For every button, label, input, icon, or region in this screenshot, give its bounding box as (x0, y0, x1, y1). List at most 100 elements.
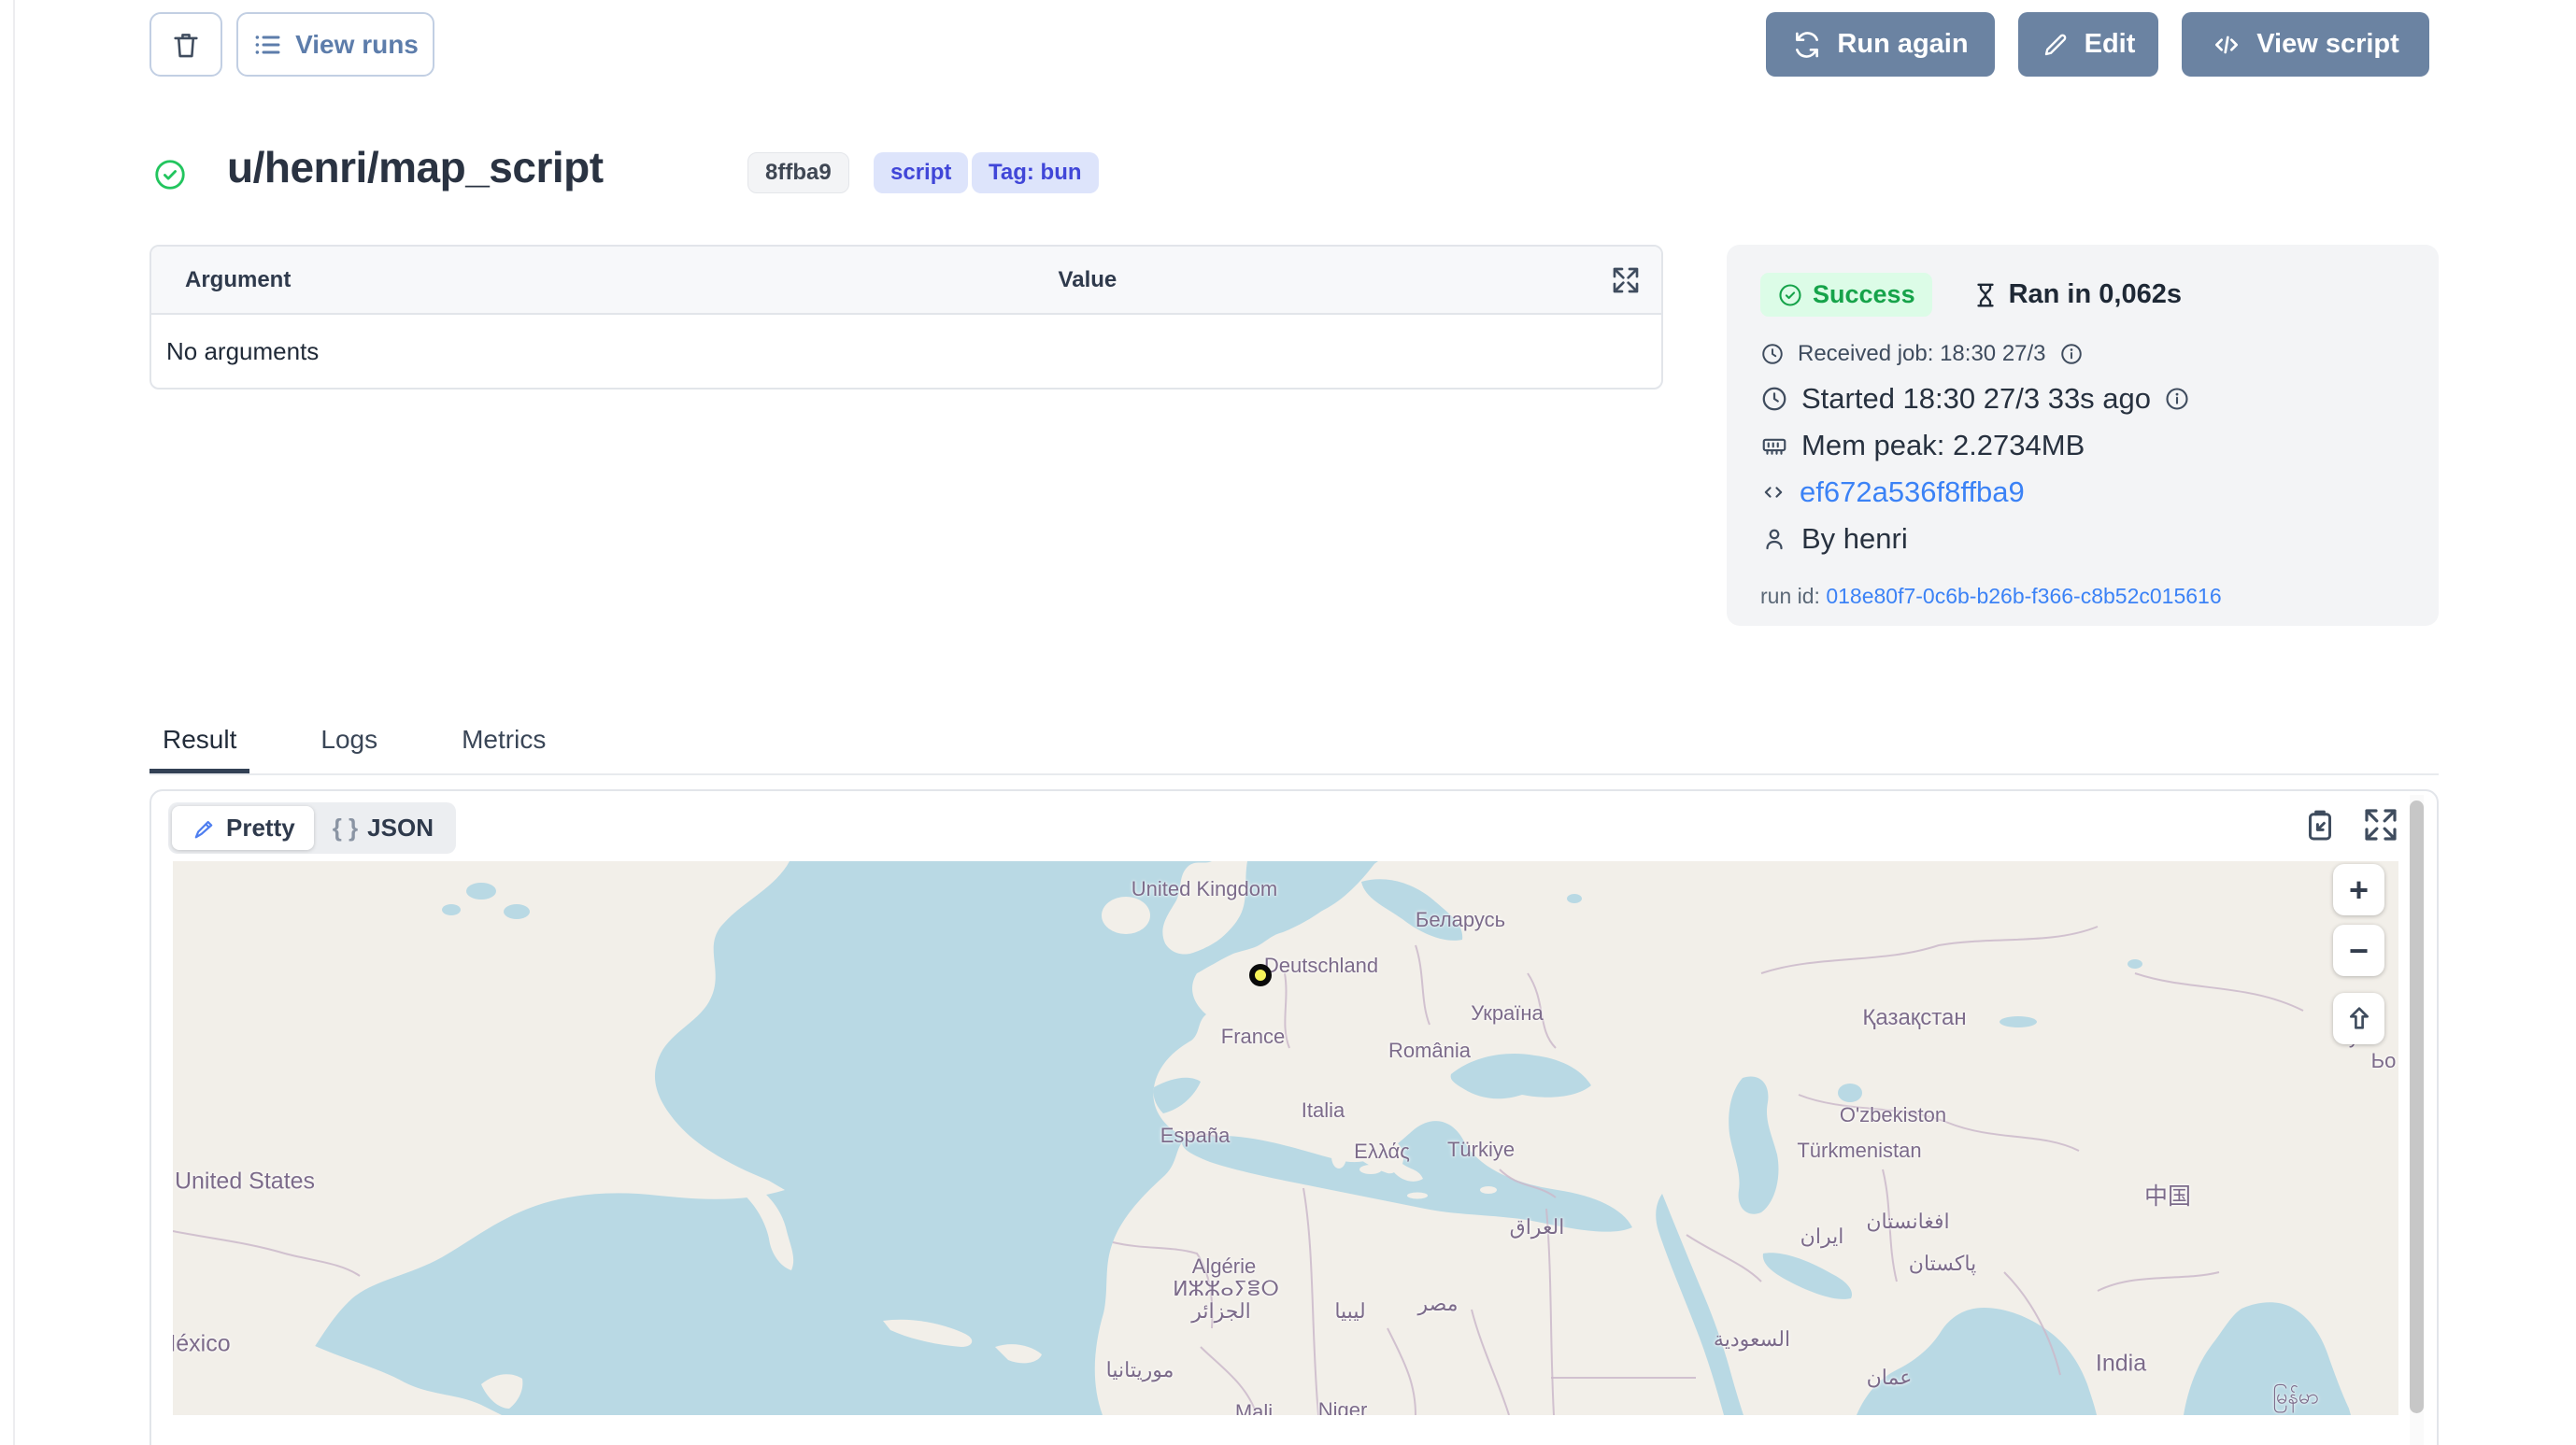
args-table-header: Argument Value (151, 247, 1661, 315)
map-label: Ьо (2371, 1049, 2397, 1073)
braces-icon: { } (333, 814, 358, 843)
tab-result[interactable]: Result (149, 717, 249, 773)
map-label: United Kingdom (1131, 877, 1278, 901)
map-label: Беларусь (1416, 908, 1505, 932)
map-label: O'zbekiston (1840, 1103, 1946, 1127)
tab-logs[interactable]: Logs (307, 717, 391, 773)
info-icon[interactable] (2059, 342, 2084, 366)
version-badge: 8ffba9 (747, 152, 849, 193)
expand-icon (2362, 806, 2399, 843)
map-label: موريتانيا (1106, 1358, 1174, 1382)
pretty-label: Pretty (226, 814, 295, 843)
map-label: الجزائر (1191, 1299, 1251, 1324)
map-label: ايران (1800, 1225, 1844, 1249)
result-view-toggle: Pretty { } JSON (168, 802, 456, 854)
json-toggle[interactable]: { } JSON (314, 806, 452, 850)
map-label: India (2096, 1351, 2146, 1378)
map-labels-layer: United Kingdom Беларусь Deutschland Україна… (173, 861, 2398, 1415)
tag-badge: Tag: bun (972, 152, 1099, 193)
map-label: Türkiye (1447, 1138, 1515, 1162)
delete-run-button[interactable] (149, 12, 222, 77)
map-label: México (173, 1331, 231, 1358)
user-icon (1760, 525, 1788, 553)
result-scrollbar-thumb[interactable] (2410, 800, 2424, 1413)
copy-result-button[interactable] (2300, 806, 2340, 850)
json-label: JSON (367, 814, 434, 843)
map-label: Algérie (1192, 1254, 1256, 1279)
clock-icon (1760, 385, 1788, 413)
run-id-link[interactable]: 018e80f7-0c6b-b26b-f366-c8b52c015616 (1826, 584, 2221, 608)
map-label: France (1221, 1025, 1285, 1049)
map-label: السعودية (1714, 1327, 1790, 1352)
clipboard-copy-icon (2300, 806, 2340, 845)
pencil-icon (2042, 31, 2070, 59)
code-icon (1760, 479, 1786, 505)
value-column-header: Value (1059, 267, 1117, 293)
map-label: 中国 (2144, 1178, 2191, 1211)
zoom-in-button[interactable]: + (2333, 864, 2384, 915)
pretty-toggle[interactable]: Pretty (172, 806, 314, 850)
edit-button[interactable]: Edit (2018, 12, 2158, 77)
code-icon (2212, 30, 2242, 60)
memory-icon (1760, 432, 1788, 460)
map-label: Ελλάς (1354, 1140, 1410, 1164)
check-circle-icon (1777, 282, 1803, 308)
clock-icon (1760, 342, 1785, 366)
list-icon (252, 30, 282, 60)
view-runs-label: View runs (295, 30, 419, 60)
expand-args-button[interactable] (1611, 265, 1641, 295)
refresh-icon (1792, 30, 1822, 60)
kind-badge: script (874, 152, 968, 193)
map-label: Mali (1235, 1400, 1273, 1415)
map-label: Italia (1302, 1098, 1345, 1123)
map-label: España (1160, 1124, 1231, 1148)
edit-label: Edit (2085, 29, 2136, 60)
zoom-out-button[interactable]: − (2333, 925, 2384, 976)
map-canvas[interactable]: United Kingdom Беларусь Deutschland Україна… (173, 861, 2398, 1415)
result-card: Pretty { } JSON (149, 789, 2439, 1445)
map-label: پاکستان (1909, 1252, 1976, 1276)
tab-metrics[interactable]: Metrics (448, 717, 559, 773)
reset-bearing-button[interactable] (2333, 993, 2384, 1044)
status-label: Success (1813, 280, 1915, 309)
map-label: Deutschland (1264, 954, 1378, 978)
info-icon[interactable] (2164, 386, 2190, 412)
by-user-text: By henri (1801, 522, 1908, 556)
run-id-label: run id: (1760, 584, 1820, 608)
argument-column-header: Argument (185, 267, 291, 293)
map-label: Türkmenistan (1797, 1139, 1921, 1163)
run-info-panel: Success Ran in 0,062s Received job: 18:3… (1727, 245, 2439, 626)
ran-in-text: Ran in 0,062s (1971, 279, 2182, 310)
map-label: United States (175, 1169, 315, 1196)
map-label: ليبيا (1334, 1299, 1365, 1324)
map-controls: + − (2333, 864, 2384, 1044)
map-marker (1249, 964, 1272, 986)
trash-icon (170, 29, 202, 61)
result-scrollbar (2410, 795, 2424, 1445)
map-label: Қазақстан (1862, 1005, 1966, 1031)
map-label: مصر (1417, 1292, 1458, 1316)
hourglass-icon (1971, 281, 2000, 309)
started-text: Started 18:30 27/3 33s ago (1801, 382, 2151, 416)
run-id-row: run id: 018e80f7-0c6b-b26b-f366-c8b52c01… (1760, 584, 2405, 609)
map-label: ⵍⵣⵣⴰⵢⴻⵔ (1173, 1277, 1279, 1301)
expand-result-button[interactable] (2362, 806, 2399, 850)
view-script-label: View script (2256, 29, 2399, 60)
no-arguments-row: No arguments (151, 315, 1661, 388)
map-label: România (1388, 1039, 1471, 1063)
map-label: العراق (1510, 1215, 1565, 1240)
job-run-page: View runs Run again Edit View script u/h… (0, 0, 2576, 1445)
success-check-icon (152, 157, 188, 192)
map-label: Україна (1471, 1001, 1544, 1026)
page-left-divider (13, 0, 15, 1445)
view-runs-button[interactable]: View runs (236, 12, 434, 77)
map-label: မြန်မာ (2272, 1383, 2318, 1414)
script-hash-link[interactable]: ef672a536f8ffba9 (1800, 475, 2025, 509)
no-arguments-text: No arguments (166, 337, 319, 366)
map-label: افغانستان (1866, 1210, 1949, 1234)
page-title: u/henri/map_script (227, 142, 604, 192)
map-label: عمان (1867, 1366, 1913, 1390)
view-script-button[interactable]: View script (2182, 12, 2429, 77)
run-again-button[interactable]: Run again (1766, 12, 1995, 77)
status-badge: Success (1760, 273, 1932, 317)
